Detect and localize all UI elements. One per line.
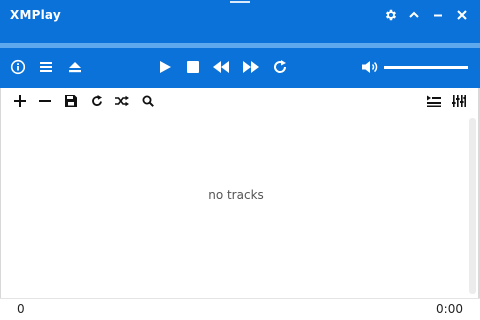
xmplay-window: XMPlay no tracks 0 0:00 [0, 0, 480, 320]
save-icon [65, 95, 77, 107]
remove-button[interactable] [37, 93, 53, 109]
next-icon [242, 59, 260, 75]
search-icon [142, 95, 154, 107]
drag-grip[interactable] [230, 1, 250, 3]
collapse-button[interactable] [406, 7, 422, 23]
repeat-icon [272, 59, 288, 75]
plus-icon [14, 95, 26, 107]
queue-icon [427, 95, 441, 107]
repeat-button[interactable] [271, 58, 289, 76]
playlist[interactable]: no tracks [1, 114, 468, 298]
total-time: 0:00 [436, 302, 463, 316]
playlist-menu-button[interactable] [37, 58, 55, 76]
eject-button[interactable] [66, 58, 84, 76]
reload-button[interactable] [89, 93, 105, 109]
search-button[interactable] [140, 93, 156, 109]
equalizer-icon [452, 95, 466, 107]
menu-icon [38, 59, 54, 75]
track-count: 0 [17, 302, 25, 316]
stop-button[interactable] [184, 58, 202, 76]
minimize-icon [432, 9, 444, 21]
queue-button[interactable] [426, 93, 442, 109]
speaker-icon [361, 59, 379, 75]
previous-button[interactable] [212, 58, 230, 76]
controls-bar [0, 48, 480, 88]
close-icon [456, 9, 468, 21]
info-button[interactable] [9, 58, 27, 76]
close-button[interactable] [454, 7, 470, 23]
shuffle-button[interactable] [114, 93, 130, 109]
previous-icon [212, 59, 230, 75]
info-icon [10, 59, 26, 75]
volume-slider[interactable] [384, 66, 468, 69]
minimize-button[interactable] [430, 7, 446, 23]
reload-icon [91, 95, 103, 107]
equalizer-button[interactable] [451, 93, 467, 109]
next-button[interactable] [242, 58, 260, 76]
save-button[interactable] [63, 93, 79, 109]
mute-button[interactable] [361, 58, 379, 76]
window-border-left [0, 88, 1, 320]
shuffle-icon [115, 95, 129, 107]
chevron-up-icon [408, 9, 420, 21]
status-bar: 0 0:00 [0, 298, 480, 320]
playlist-scrollbar[interactable] [469, 118, 476, 294]
settings-button[interactable] [383, 7, 399, 23]
eject-icon [67, 59, 83, 75]
minus-icon [39, 95, 51, 107]
play-icon [157, 59, 173, 75]
app-title: XMPlay [10, 8, 61, 22]
volume-fill [384, 66, 468, 69]
empty-playlist-message: no tracks [208, 188, 264, 202]
stop-icon [185, 59, 201, 75]
playlist-toolbar [0, 88, 480, 114]
play-button[interactable] [156, 58, 174, 76]
title-bar[interactable]: XMPlay [0, 0, 480, 43]
add-button[interactable] [12, 93, 28, 109]
gear-icon [384, 8, 398, 22]
